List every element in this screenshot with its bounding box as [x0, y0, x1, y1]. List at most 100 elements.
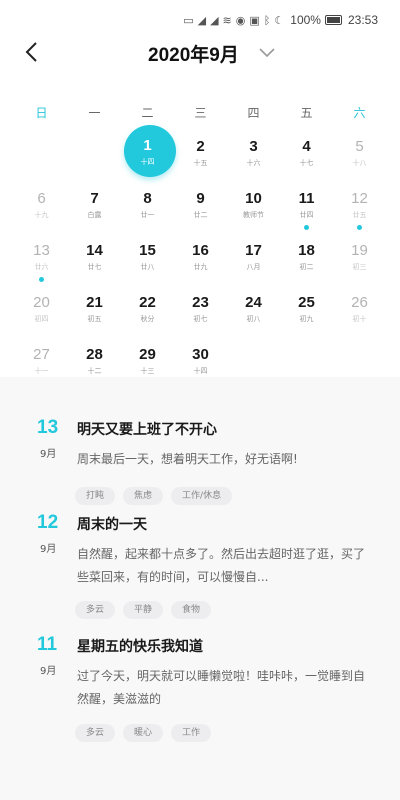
entry-tags: 打盹 焦虑 工作/休息 — [75, 487, 233, 505]
entry-tag[interactable]: 平静 — [123, 601, 164, 619]
entry-tag[interactable]: 工作 — [171, 724, 212, 742]
day-number: 17 — [245, 242, 262, 259]
day-number: 6 — [37, 190, 46, 207]
lunar-date: 廿八 — [140, 263, 155, 271]
day-number: 29 — [139, 346, 156, 363]
day-number: 13 — [33, 242, 50, 259]
day-number: 21 — [86, 294, 103, 311]
lunar-date: 廿六 — [34, 263, 49, 271]
calendar-day[interactable]: 9 廿二 — [174, 185, 227, 237]
day-number: 12 — [351, 190, 368, 207]
day-number: 25 — [298, 294, 315, 311]
day-number: 2 — [196, 138, 205, 155]
calendar-day[interactable]: 10 教师节 — [227, 185, 280, 237]
back-arrow-icon — [25, 42, 37, 62]
entry-month: 9月 — [40, 544, 57, 555]
entry-indicator-dot — [39, 277, 44, 282]
calendar-day[interactable]: 11 廿四 — [280, 185, 333, 237]
day-number: 20 — [33, 294, 50, 311]
lunar-date: 廿二 — [193, 211, 208, 219]
entry-title: 星期五的快乐我知道 — [77, 639, 203, 655]
lunar-date: 十一 — [34, 367, 49, 375]
entry-indicator-dot — [304, 225, 309, 230]
eye-icon: ◉ — [235, 13, 246, 27]
day-number: 9 — [196, 190, 205, 207]
calendar-day[interactable]: 17 八月 — [227, 237, 280, 289]
entry-tag[interactable]: 打盹 — [75, 487, 116, 505]
calendar-day-selected[interactable]: 1 十四 — [121, 125, 176, 185]
lunar-date: 廿一 — [140, 211, 155, 219]
lunar-date: 十四 — [140, 158, 155, 166]
calendar-day[interactable]: 12 廿五 — [333, 185, 386, 237]
lunar-date: 教师节 — [243, 211, 264, 219]
entry-tag[interactable]: 焦虑 — [123, 487, 164, 505]
day-number: 18 — [298, 242, 315, 259]
calendar-day[interactable]: 24 初八 — [227, 289, 280, 341]
day-number: 16 — [192, 242, 209, 259]
calendar-day[interactable]: 19 初三 — [333, 237, 386, 289]
lunar-date: 十七 — [299, 159, 314, 167]
lunar-date: 白露 — [87, 211, 102, 219]
day-number: 5 — [355, 138, 364, 155]
sim-icon: ▭ — [183, 13, 194, 27]
day-number: 14 — [86, 242, 103, 259]
wifi-icon: ≋ — [222, 13, 232, 27]
lunar-date: 秋分 — [140, 315, 155, 323]
lunar-date: 十九 — [34, 211, 49, 219]
calendar-day[interactable]: 21 初五 — [68, 289, 121, 341]
lunar-date: 十三 — [140, 367, 155, 375]
calendar-day[interactable]: 4 十七 — [280, 133, 333, 185]
calendar-day[interactable]: 22 秋分 — [121, 289, 174, 341]
calendar-day[interactable]: 2 十五 — [174, 133, 227, 185]
entry-tag[interactable]: 多云 — [75, 601, 116, 619]
calendar-day[interactable]: 5 十八 — [333, 133, 386, 185]
entry-tag[interactable]: 工作/休息 — [171, 487, 233, 505]
lunar-date: 廿四 — [299, 211, 314, 219]
weekday-label: 三 — [194, 106, 207, 120]
day-number: 19 — [351, 242, 368, 259]
day-number: 4 — [302, 138, 311, 155]
weekday-label: 四 — [247, 106, 260, 120]
calendar-day[interactable]: 6 十九 — [15, 185, 68, 237]
weekday-label: 二 — [141, 106, 154, 120]
calendar-day[interactable]: 3 十六 — [227, 133, 280, 185]
lunar-date: 初九 — [299, 315, 314, 323]
calendar-day[interactable]: 14 廿七 — [68, 237, 121, 289]
day-number: 1 — [143, 137, 152, 154]
calendar-day[interactable]: 20 初四 — [15, 289, 68, 341]
lunar-date: 十六 — [246, 159, 261, 167]
calendar-day[interactable]: 18 初二 — [280, 237, 333, 289]
entry-title: 明天又要上班了不开心 — [77, 422, 217, 438]
status-bar: ▭ ◢ ◢ ≋ ◉ ▣ ᛒ ☾ 100% 23:53 — [0, 0, 400, 40]
entry-tag[interactable]: 多云 — [75, 724, 116, 742]
calendar-day[interactable]: 13 廿六 — [15, 237, 68, 289]
weekday-label: 五 — [300, 106, 313, 120]
header: 2020年9月 — [0, 35, 400, 71]
day-number: 28 — [86, 346, 103, 363]
day-number: 3 — [249, 138, 258, 155]
entry-day: 11 — [37, 634, 58, 655]
day-number: 10 — [245, 190, 262, 207]
calendar-day[interactable]: 25 初九 — [280, 289, 333, 341]
calendar-day[interactable]: 26 初十 — [333, 289, 386, 341]
lunar-date: 初七 — [193, 315, 208, 323]
entry-body: 周末最后一天，想着明天工作，好无语啊! — [77, 452, 298, 466]
calendar-day[interactable]: 15 廿八 — [121, 237, 174, 289]
entry-tag[interactable]: 暖心 — [123, 724, 164, 742]
calendar-day[interactable]: 8 廿一 — [121, 185, 174, 237]
lunar-date: 初四 — [34, 315, 49, 323]
day-number: 26 — [351, 294, 368, 311]
calendar-day[interactable]: 23 初七 — [174, 289, 227, 341]
entry-body: 自然醒，起来都十点多了。然后出去超时逛了逛，买了些菜回来，有的时间，可以慢慢自.… — [77, 547, 366, 584]
calendar-day[interactable]: 16 廿九 — [174, 237, 227, 289]
day-number: 24 — [245, 294, 262, 311]
calendar-day[interactable]: 7 白露 — [68, 185, 121, 237]
lunar-date: 八月 — [246, 263, 261, 271]
entry-tag[interactable]: 食物 — [171, 601, 212, 619]
nfc-icon: ▣ — [249, 13, 260, 27]
page-title[interactable]: 2020年9月 — [148, 40, 239, 67]
lunar-date: 十二 — [87, 367, 102, 375]
month-picker-toggle[interactable] — [256, 43, 278, 63]
entry-month: 9月 — [40, 449, 57, 460]
back-button[interactable] — [18, 37, 48, 67]
